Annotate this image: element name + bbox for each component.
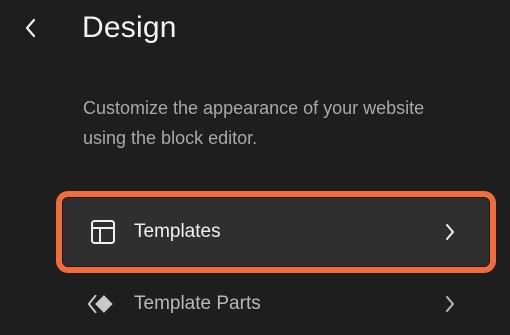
page-description: Customize the appearance of your website…	[83, 98, 425, 148]
symbol-icon	[88, 289, 118, 319]
back-button[interactable]	[14, 12, 46, 44]
nav-item-label: Templates	[134, 221, 221, 242]
layout-icon	[88, 217, 118, 247]
chevron-left-icon	[25, 18, 36, 38]
chevron-right-icon	[442, 292, 458, 316]
chevron-right-icon	[442, 220, 458, 244]
nav-item-label: Template Parts	[134, 293, 261, 314]
nav-item-templates[interactable]: Templates	[56, 191, 496, 273]
page-title: Design	[82, 11, 177, 44]
nav-item-template-parts[interactable]: Template Parts	[62, 278, 490, 330]
